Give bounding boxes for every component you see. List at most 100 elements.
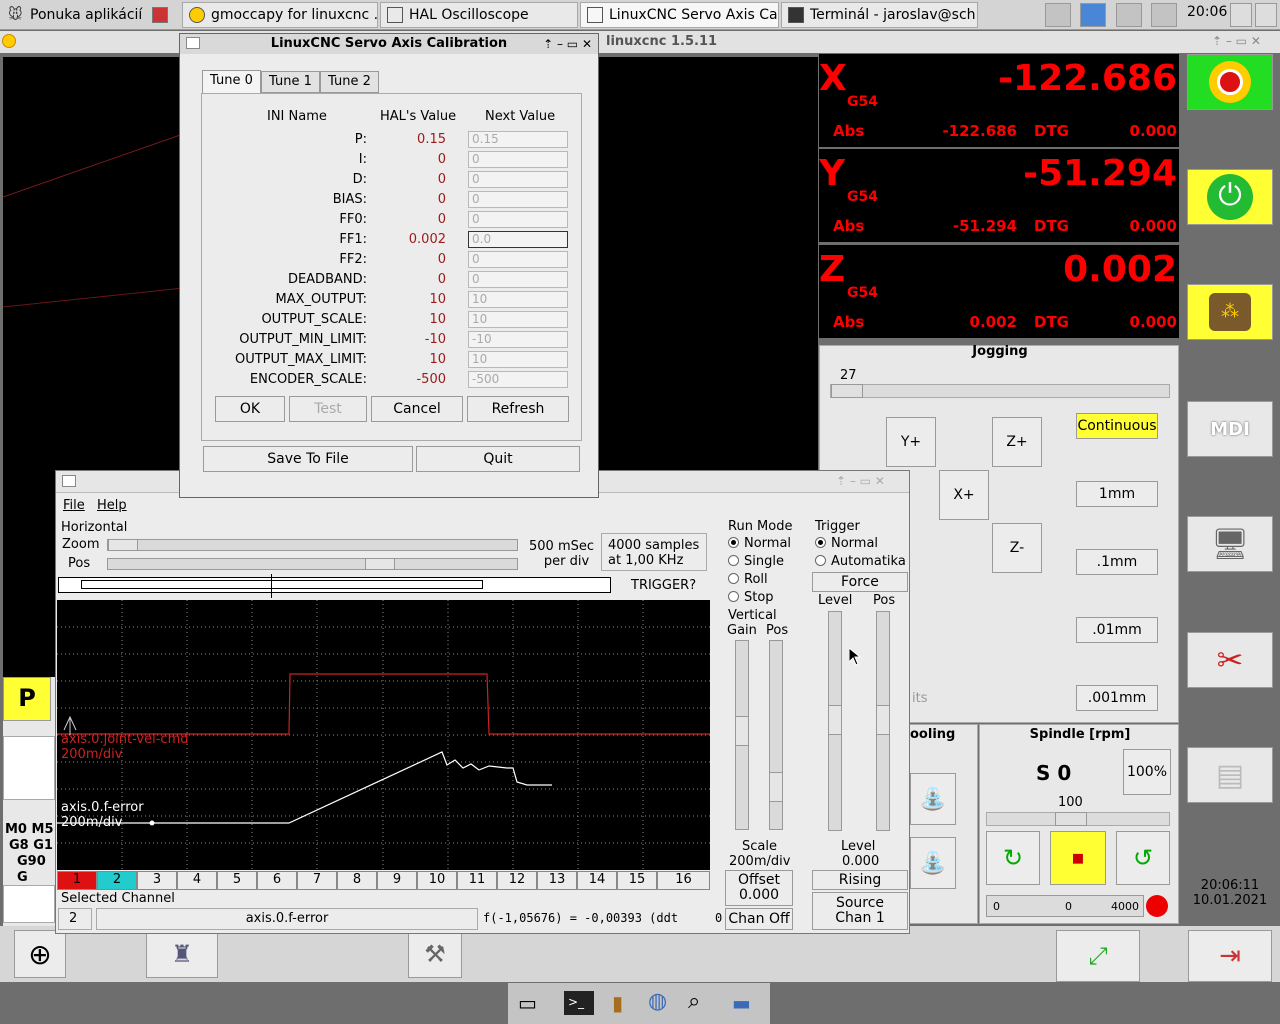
jog-x-plus-button[interactable]: X+ (939, 470, 989, 520)
workspace-4-icon[interactable] (1151, 3, 1177, 27)
mdi-button[interactable]: MDI (1187, 401, 1273, 457)
task-gmoccapy[interactable]: gmoccapy for linuxcnc ... (182, 2, 378, 28)
param-next-input[interactable]: 0 (468, 251, 568, 268)
channel-5-button[interactable]: 5 (217, 871, 257, 890)
spindle-forward-button[interactable]: ↻ (986, 831, 1040, 885)
trigger-edge-button[interactable]: Rising (812, 870, 908, 890)
param-next-input[interactable]: 10 (468, 351, 568, 368)
help-menu[interactable]: Help (97, 498, 127, 513)
auto-mode-button[interactable]: 🖥 (1187, 516, 1273, 572)
tab-tune-2[interactable]: Tune 2 (320, 71, 379, 93)
trigger-pos-slider[interactable] (876, 611, 890, 831)
channel-6-button[interactable]: 6 (257, 871, 297, 890)
task-calibration[interactable]: LinuxCNC Servo Axis Ca... (580, 2, 779, 28)
network-icon[interactable] (1230, 3, 1252, 27)
homing-button[interactable]: ⊕ (14, 930, 66, 978)
jog-z-plus-button[interactable]: Z+ (992, 417, 1042, 467)
increment-continuous-button[interactable]: Continuous (1076, 413, 1158, 439)
jog-y-plus-button[interactable]: Y+ (886, 417, 936, 467)
ok-button[interactable]: OK (215, 396, 285, 422)
cancel-button[interactable]: Cancel (371, 396, 463, 422)
selected-channel-name[interactable]: axis.0.f-error (96, 908, 478, 930)
estop-button[interactable] (1187, 54, 1273, 110)
spindle-stop-button[interactable]: ⏹ (1050, 831, 1106, 885)
channel-9-button[interactable]: 9 (377, 871, 417, 890)
trigger-normal-radio[interactable]: Normal (815, 535, 906, 553)
param-next-input[interactable]: 0.0 (468, 231, 568, 248)
channel-16-button[interactable]: 16 (657, 871, 710, 890)
vertical-pos-slider[interactable] (769, 640, 783, 830)
show-desktop-icon[interactable]: ▭ (518, 991, 537, 1015)
channel-2-button[interactable]: 2 (97, 871, 137, 890)
workspace-1-icon[interactable] (1045, 3, 1071, 27)
window-controls[interactable]: ⇡ – ▭ ✕ (543, 34, 592, 54)
volume-icon[interactable] (1255, 3, 1277, 27)
trigger-source-button[interactable]: Source Chan 1 (812, 892, 908, 930)
dro-y[interactable]: Y G54 -51.294 Abs -51.294 DTG 0.000 (819, 149, 1179, 242)
chan-off-button[interactable]: Chan Off (725, 908, 793, 930)
param-next-input[interactable]: 0 (468, 151, 568, 168)
taskbar-clock[interactable]: 20:06 (1187, 4, 1227, 20)
channel-13-button[interactable]: 13 (537, 871, 577, 890)
force-trigger-button[interactable]: Force (812, 572, 908, 592)
quit-button[interactable]: Quit (416, 446, 580, 472)
folder-icon[interactable]: ▬ (732, 991, 751, 1015)
increment-01mm-button[interactable]: .1mm (1076, 549, 1158, 575)
param-next-input[interactable]: 0 (468, 271, 568, 288)
run-mode-normal-radio[interactable]: Normal (728, 535, 791, 553)
run-mode-roll-radio[interactable]: Roll (728, 571, 791, 589)
channel-15-button[interactable]: 15 (617, 871, 657, 890)
samples-button[interactable]: 4000 samples at 1,00 KHz (601, 533, 707, 571)
channel-1-button[interactable]: 1 (57, 871, 97, 890)
spindle-override-slider[interactable] (986, 812, 1170, 826)
user-tabs-button[interactable]: ▤ (1187, 747, 1273, 803)
zoom-slider[interactable] (107, 539, 518, 551)
save-to-file-button[interactable]: Save To File (203, 446, 413, 472)
param-next-input[interactable]: 10 (468, 311, 568, 328)
channel-10-button[interactable]: 10 (417, 871, 457, 890)
param-next-input[interactable]: -10 (468, 331, 568, 348)
tool-change-button[interactable]: ⛲ (910, 837, 956, 889)
fullscreen-button[interactable]: ⤢ (1056, 930, 1140, 982)
trigger-auto-radio[interactable]: Automatika (815, 553, 906, 571)
workspace-2-icon[interactable] (1080, 3, 1106, 27)
test-button[interactable]: Test (289, 396, 367, 422)
pos-slider[interactable] (107, 558, 518, 570)
channel-11-button[interactable]: 11 (457, 871, 497, 890)
dro-z[interactable]: Z G54 0.002 Abs 0.002 DTG 0.000 (819, 245, 1179, 338)
browser-globe-icon[interactable]: ◍ (648, 989, 667, 1014)
refresh-button[interactable]: Refresh (467, 396, 569, 422)
gain-slider[interactable] (735, 640, 749, 830)
channel-12-button[interactable]: 12 (497, 871, 537, 890)
apps-menu-button[interactable]: 🐭 Ponuka aplikácií (2, 2, 176, 28)
channel-4-button[interactable]: 4 (177, 871, 217, 890)
task-terminal[interactable]: Terminál - jaroslav@sch... (781, 2, 978, 28)
channel-3-button[interactable]: 3 (137, 871, 177, 890)
increment-001mm-button[interactable]: .01mm (1076, 617, 1158, 643)
param-next-input[interactable]: -500 (468, 371, 568, 388)
slider-handle[interactable] (1055, 812, 1087, 826)
slider-handle[interactable] (831, 384, 863, 398)
param-next-input[interactable]: 10 (468, 291, 568, 308)
increment-0001mm-button[interactable]: .001mm (1076, 685, 1158, 711)
param-next-input[interactable]: 0 (468, 171, 568, 188)
param-next-input[interactable]: 0 (468, 191, 568, 208)
exit-button[interactable]: ⇥ (1188, 930, 1272, 982)
program-icon[interactable]: P (3, 677, 51, 721)
param-next-input[interactable]: 0.15 (468, 131, 568, 148)
jog-z-minus-button[interactable]: Z- (992, 523, 1042, 573)
jog-speed-slider[interactable] (830, 384, 1170, 398)
terminal-icon[interactable]: >_ (564, 991, 594, 1015)
spindle-reverse-button[interactable]: ↺ (1116, 831, 1170, 885)
channel-7-button[interactable]: 7 (297, 871, 337, 890)
scope-display[interactable]: axis.0.joint-vel-cmd 200m/div axis.0.f-e… (57, 600, 710, 870)
param-next-input[interactable]: 0 (468, 211, 568, 228)
window-controls[interactable]: ⇡ – ▭ ✕ (836, 474, 885, 488)
tool-button[interactable]: ⚒ (408, 930, 462, 978)
tab-tune-0[interactable]: Tune 0 (202, 70, 261, 93)
search-icon[interactable]: ⌕ (688, 989, 700, 1014)
channel-14-button[interactable]: 14 (577, 871, 617, 890)
touch-off-button[interactable]: ♜ (146, 930, 218, 978)
tab-tune-1[interactable]: Tune 1 (261, 71, 320, 93)
run-mode-single-radio[interactable]: Single (728, 553, 791, 571)
